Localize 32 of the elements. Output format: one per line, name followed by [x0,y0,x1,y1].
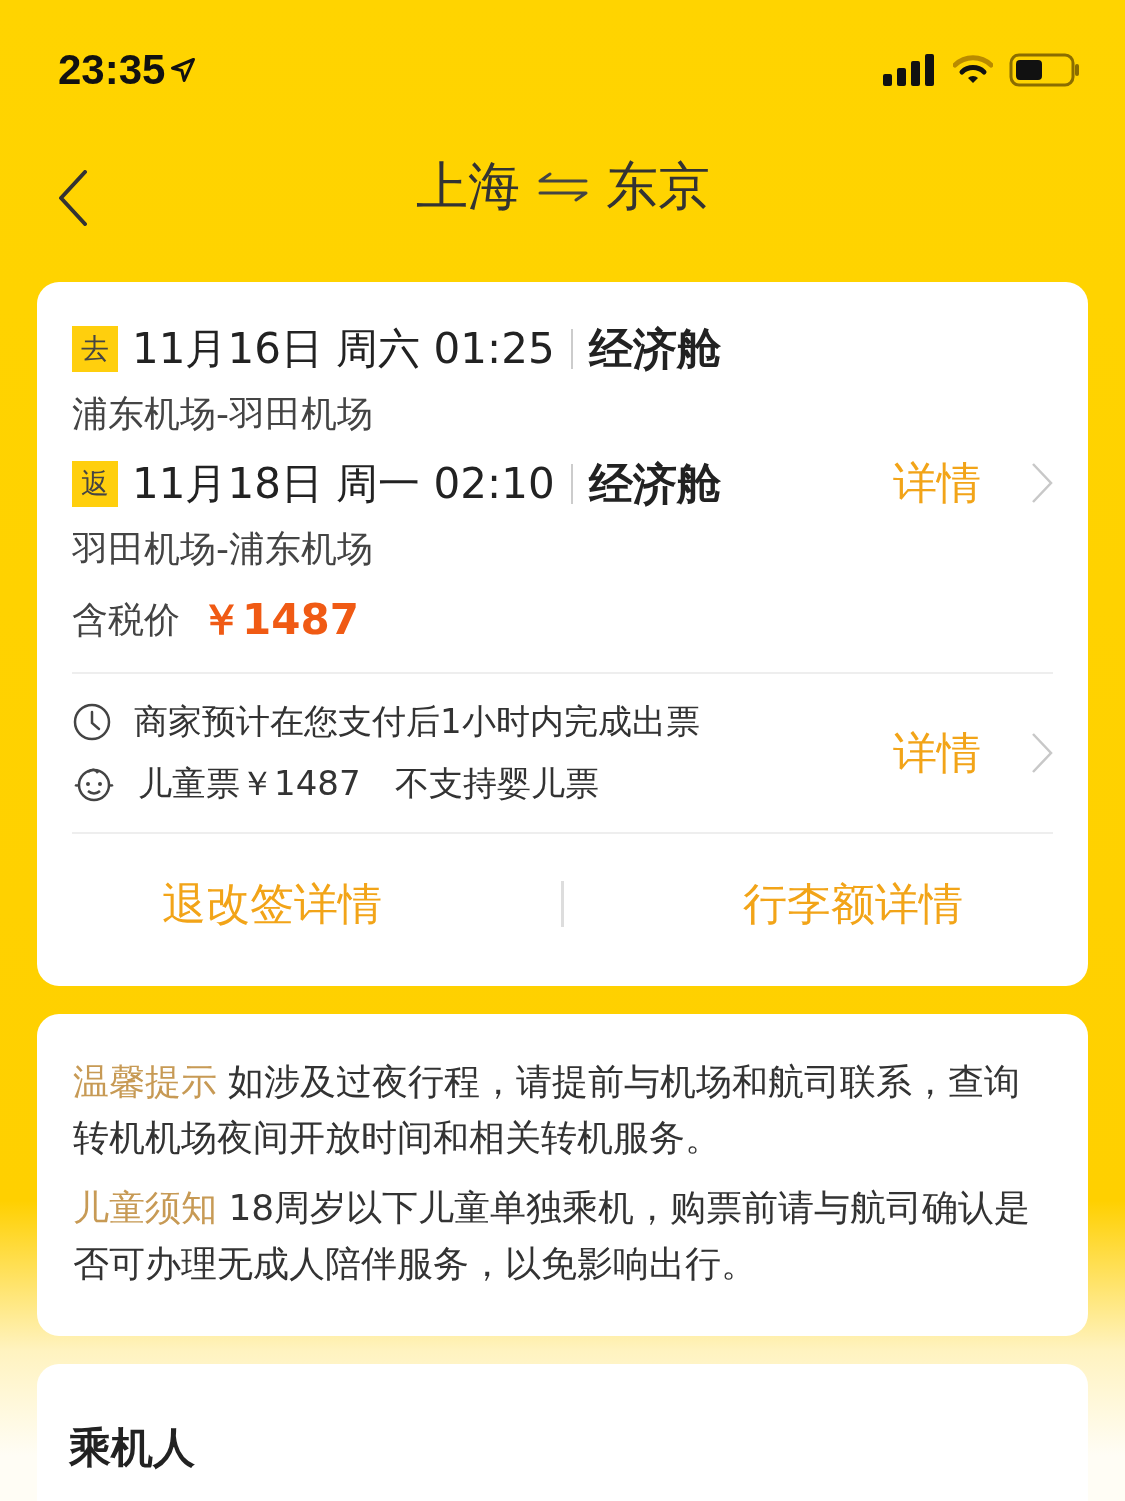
trip-tag: 返 [72,461,118,507]
ticket-info-text: 不支持婴儿票 [394,762,599,805]
flight-schedule: 11月18日 周一 02:10 [132,458,555,510]
price-label: 含税价 [72,597,180,642]
chevron-right-icon[interactable] [1031,462,1053,504]
cabin-class: 经济舱 [588,456,721,511]
swap-arrows-icon [537,172,588,202]
ticket-info-text: 儿童票￥1487 [138,762,361,805]
flight-route: 浦东机场-羽田机场 [72,392,374,436]
action-link[interactable]: 退改签详情 [161,874,382,934]
details-link[interactable]: 详情 [893,723,981,783]
clock-icon [72,702,112,742]
flight-route: 羽田机场-浦东机场 [72,527,374,571]
section-title: 乘机人 [69,1423,195,1472]
chevron-right-icon[interactable] [1031,732,1053,774]
cabin-class: 经济舱 [588,321,721,376]
destination-city: 东京 [605,155,710,218]
origin-city: 上海 [415,155,520,218]
signal-icon [883,54,937,86]
action-link[interactable]: 行李额详情 [743,874,964,934]
notice-text: 儿童须知 18周岁以下儿童单独乘机，购票前请与航司确认是否可办理无成人陪伴服务，以免影响出行。 [73,1186,1032,1286]
back-icon[interactable] [58,170,88,226]
price: ￥1487 [200,594,359,646]
flight-schedule: 11月16日 周六 01:25 [132,323,555,375]
location-arrow-icon [169,56,198,84]
trip-tag: 去 [72,326,118,372]
ticket-info-text: 商家预计在您支付后1小时内完成出票 [134,700,700,743]
wifi-icon [953,55,993,85]
notice-text: 温馨提示 如涉及过夜行程，请提前与机场和航司联系，查询转机机场夜间开放时间和相关转机服务。 [73,1060,1022,1160]
status-time: 23:35 [58,46,166,94]
details-link[interactable]: 详情 [893,453,981,513]
battery-icon [1009,53,1081,87]
